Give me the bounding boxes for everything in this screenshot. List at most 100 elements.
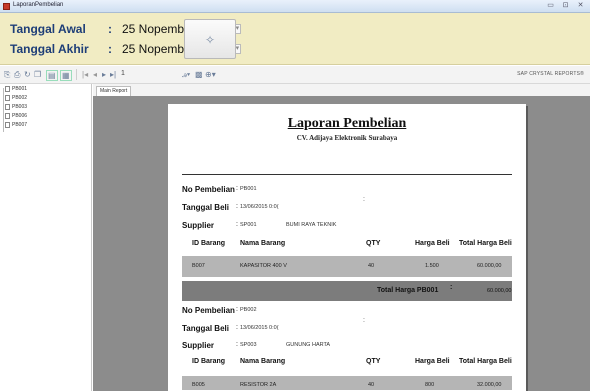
close-button[interactable]: ✕ — [575, 1, 586, 11]
group-total-label: Total Harga PB001 — [377, 287, 439, 294]
group-tree-panel: PB001 PB002 PB003 PB006 PB007 — [0, 84, 92, 391]
field-colon: : — [236, 221, 238, 228]
supplier-id-value: SP001 — [240, 222, 257, 228]
tab-main-report[interactable]: Main Report — [96, 86, 132, 96]
tanggal-beli-value: 13/06/2015 0:0( — [240, 325, 279, 331]
toolbar-divider — [76, 69, 77, 80]
field-colon: : — [236, 324, 238, 331]
document-icon — [5, 122, 10, 128]
document-icon — [5, 104, 10, 110]
tree-item-label: PB007 — [12, 122, 28, 128]
column-header-nama-barang: Nama Barang — [240, 358, 286, 365]
field-colon: : — [363, 196, 365, 203]
tree-item-pb002[interactable]: PB002 — [5, 95, 27, 101]
tanggal-beli-label: Tanggal Beli — [182, 324, 229, 333]
group-total-value: 60.000,00 — [487, 288, 512, 294]
group-total-row: Total Harga PB001 : 60.000,00 — [182, 281, 512, 301]
cell-qty: 40 — [368, 382, 375, 388]
export-icon[interactable]: ⎘ — [4, 70, 10, 79]
report-viewport[interactable]: Laporan Pembelian CV. Adijaya Elektronik… — [93, 96, 590, 391]
tree-item-pb007[interactable]: PB007 — [5, 122, 27, 128]
minimize-button[interactable]: ▭ — [545, 1, 556, 11]
print-icon[interactable]: ⎙ — [14, 70, 20, 79]
tanggal-beli-value: 13/06/2015 0:0( — [240, 204, 279, 210]
cell-nama-barang: KAPASITOR 400 V — [240, 263, 287, 269]
app-icon — [3, 3, 10, 10]
no-pembelian-label: No Pembelian — [182, 185, 235, 194]
field-colon: : — [236, 185, 238, 192]
column-header-total-harga-beli: Total Harga Beli — [459, 240, 512, 247]
maximize-button[interactable]: ⊡ — [560, 1, 571, 11]
cell-total-harga-beli: 60.000,00 — [477, 263, 502, 269]
tree-item-pb006[interactable]: PB006 — [5, 113, 27, 119]
no-pembelian-label: No Pembelian — [182, 306, 235, 315]
prev-page-icon[interactable]: ◂ — [93, 70, 97, 79]
parameter-panel: Tanggal Awal : 25 Nopember 2015 ⊞▾ Tangg… — [0, 13, 590, 65]
tree-item-pb001[interactable]: PB001 — [5, 86, 27, 92]
tree-item-label: PB001 — [12, 86, 28, 92]
window-controls: ▭ ⊡ ✕ — [545, 1, 586, 11]
supplier-label: Supplier — [182, 221, 215, 230]
crystal-brand: SAP CRYSTAL REPORTS® — [517, 71, 584, 77]
column-header-harga-beli: Harga Beli — [415, 240, 450, 247]
report-toolbar: ⎘ ⎙ ↻ ❐ ▤ ▦ |◂ ◂ ▸ ▸| 1 ꭿ▾ ▩ ⊕▾ SAP CRYS… — [0, 66, 590, 84]
window-titlebar: LaporanPembelian ▭ ⊡ ✕ — [0, 0, 590, 13]
column-header-id-barang: ID Barang — [192, 240, 226, 247]
supplier-label: Supplier — [182, 341, 215, 350]
table-row: B005 RESISTOR 2A 40 800 32.000,00 — [182, 376, 512, 390]
tree-item-label: PB003 — [12, 104, 28, 110]
header-divider — [182, 174, 512, 175]
export-report-icon[interactable]: ▩ — [195, 70, 203, 79]
search-text-icon[interactable]: ꭿ▾ — [182, 70, 190, 79]
column-header-harga-beli: Harga Beli — [415, 358, 450, 365]
cell-id-barang: B007 — [192, 263, 205, 269]
cell-nama-barang: RESISTOR 2A — [240, 382, 277, 388]
no-pembelian-value: PB002 — [240, 307, 257, 313]
tree-item-pb003[interactable]: PB003 — [5, 104, 27, 110]
tree-item-label: PB006 — [12, 113, 28, 119]
report-page: Laporan Pembelian CV. Adijaya Elektronik… — [168, 104, 526, 391]
page-number-field[interactable]: 1 — [121, 70, 125, 77]
zoom-icon[interactable]: ⊕▾ — [205, 70, 216, 79]
field-colon: : — [236, 306, 238, 313]
no-pembelian-value: PB001 — [240, 186, 257, 192]
tanggal-awal-colon: : — [108, 22, 112, 36]
report-title: Laporan Pembelian — [287, 116, 407, 131]
document-icon — [5, 95, 10, 101]
wand-icon: ✧ — [205, 33, 216, 47]
field-colon: : — [450, 284, 453, 291]
column-header-id-barang: ID Barang — [192, 358, 226, 365]
field-colon: : — [363, 317, 365, 324]
group-tree-icon[interactable]: ▦ — [60, 70, 72, 81]
show-report-button[interactable]: ✧ — [184, 19, 236, 59]
supplier-id-value: SP003 — [240, 342, 257, 348]
company-name: CV. Adijaya Elektronik Surabaya — [296, 134, 398, 142]
tanggal-beli-label: Tanggal Beli — [182, 203, 229, 212]
first-page-icon[interactable]: |◂ — [82, 70, 88, 79]
cell-qty: 40 — [368, 263, 375, 269]
refresh-icon[interactable]: ↻ — [24, 70, 31, 79]
last-page-icon[interactable]: ▸| — [110, 70, 116, 79]
cell-total-harga-beli: 32.000,00 — [477, 382, 502, 388]
column-header-nama-barang: Nama Barang — [240, 240, 286, 247]
tree-item-label: PB002 — [12, 95, 28, 101]
supplier-name-value: GUNUNG HARTA — [286, 342, 331, 348]
cell-harga-beli: 1.500 — [425, 263, 439, 269]
column-header-qty: QTY — [366, 358, 381, 365]
tanggal-akhir-label: Tanggal Akhir — [10, 42, 89, 56]
document-icon — [5, 113, 10, 119]
next-page-icon[interactable]: ▸ — [102, 70, 106, 79]
document-icon — [5, 86, 10, 92]
cell-harga-beli: 800 — [425, 382, 435, 388]
tanggal-akhir-colon: : — [108, 42, 112, 56]
supplier-name-value: BUMI RAYA TEKNIK — [286, 222, 337, 228]
column-header-total-harga-beli: Total Harga Beli — [459, 358, 512, 365]
toggle-tree-icon[interactable]: ▤ — [46, 70, 58, 81]
report-tab-strip: Main Report — [93, 84, 590, 96]
field-colon: : — [236, 203, 238, 210]
field-colon: : — [236, 341, 238, 348]
column-header-qty: QTY — [366, 240, 381, 247]
copy-icon[interactable]: ❐ — [34, 70, 41, 79]
cell-id-barang: B005 — [192, 382, 205, 388]
window-title: LaporanPembelian — [13, 2, 64, 8]
